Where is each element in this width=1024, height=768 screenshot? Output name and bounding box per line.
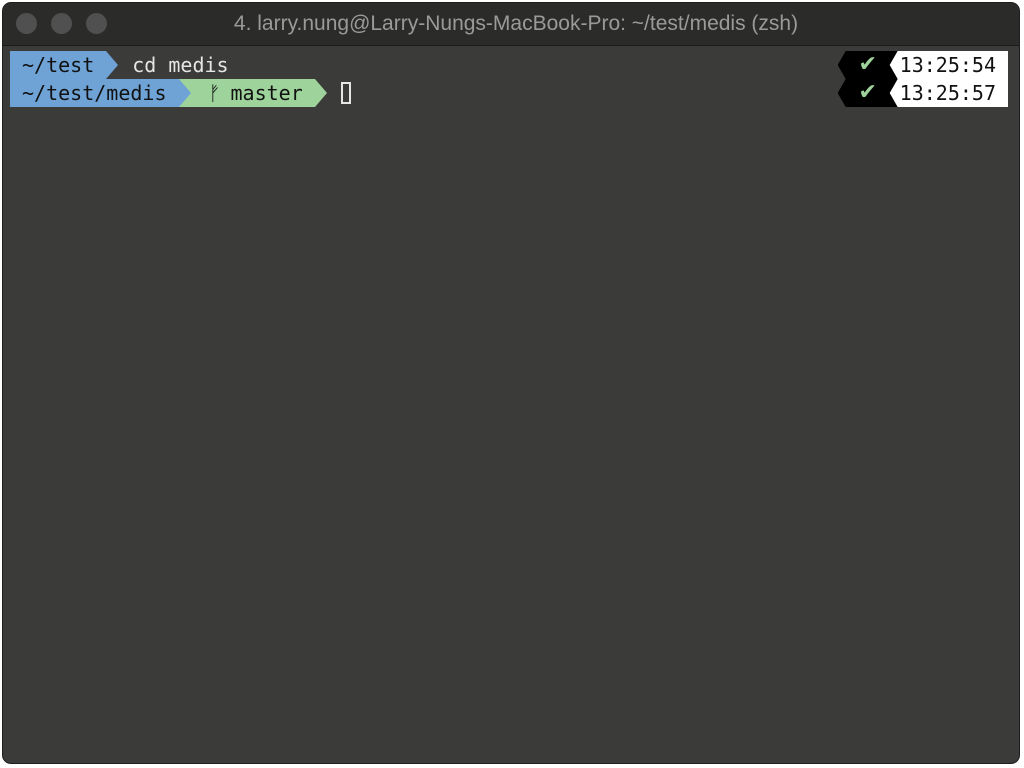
right-prompt: ✔ 13:25:57 [838, 79, 1008, 107]
prompt-time: 13:25:57 [887, 79, 1008, 107]
terminal-window: 4. larry.nung@Larry-Nungs-MacBook-Pro: ~… [2, 2, 1020, 764]
text-cursor[interactable] [340, 82, 351, 104]
segment-separator [178, 79, 191, 107]
title-bar[interactable]: 4. larry.nung@Larry-Nungs-MacBook-Pro: ~… [3, 3, 1019, 46]
prompt-time: 13:25:54 [887, 51, 1008, 79]
segment-separator [314, 79, 327, 107]
segment-separator [106, 51, 119, 79]
right-prompt: ✔ 13:25:54 [838, 51, 1008, 79]
git-branch-name: master [230, 81, 303, 105]
prompt-git-segment: ᚠ master [190, 79, 315, 107]
prompt-line: ~/test/medis ᚠ master [10, 79, 351, 107]
check-icon: ✔ [838, 79, 898, 107]
prompt-line: ~/test cd medis [10, 51, 229, 79]
git-branch-icon: ᚠ [208, 81, 221, 105]
prompt-directory-segment: ~/test/medis [10, 79, 179, 107]
terminal-content[interactable]: ~/test cd medis ✔ 13:25:54 ~/test/medis … [3, 46, 1019, 763]
entered-command: cd medis [132, 53, 229, 77]
window-title: 4. larry.nung@Larry-Nungs-MacBook-Pro: ~… [233, 12, 799, 35]
prompt-directory-segment: ~/test [10, 51, 107, 79]
check-icon: ✔ [838, 51, 898, 79]
